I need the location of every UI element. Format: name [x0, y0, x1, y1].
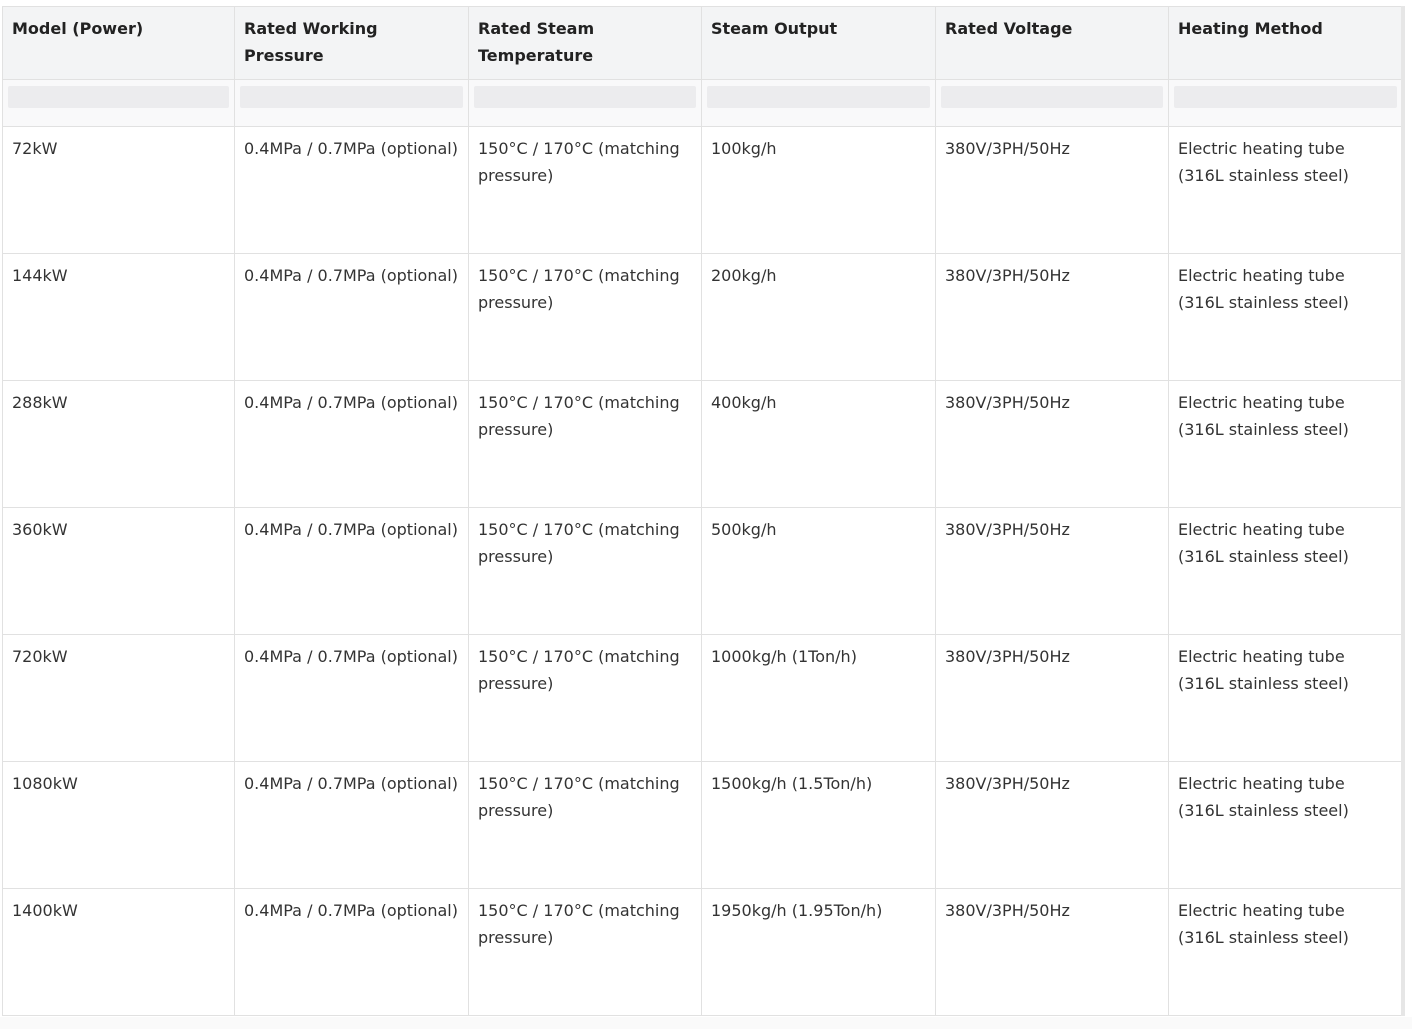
cell-rated-voltage: 380V/3PH/50Hz: [935, 380, 1169, 508]
filter-cell: [234, 79, 469, 127]
cell-model-power: 360kW: [2, 507, 235, 635]
cell-steam-output: 500kg/h: [701, 507, 936, 635]
filter-row: [2, 79, 1403, 127]
cell-rated-steam-temperature: 150°C / 170°C (matching pressure): [468, 380, 702, 508]
cell-heating-method: Electric heating tube (316L stainless st…: [1168, 380, 1403, 508]
cell-model-power: 720kW: [2, 634, 235, 762]
cell-rated-voltage: 380V/3PH/50Hz: [935, 634, 1169, 762]
cell-rated-voltage: 380V/3PH/50Hz: [935, 126, 1169, 254]
cell-rated-steam-temperature: 150°C / 170°C (matching pressure): [468, 126, 702, 254]
header-model-power[interactable]: Model (Power): [2, 6, 235, 80]
cell-rated-voltage: 380V/3PH/50Hz: [935, 888, 1169, 1016]
cell-model-power: 72kW: [2, 126, 235, 254]
cell-heating-method: Electric heating tube (316L stainless st…: [1168, 634, 1403, 762]
table-row: 288kW 0.4MPa / 0.7MPa (optional) 150°C /…: [2, 380, 1403, 508]
filter-input[interactable]: [707, 86, 930, 108]
cell-rated-steam-temperature: 150°C / 170°C (matching pressure): [468, 761, 702, 889]
table-row: 1400kW 0.4MPa / 0.7MPa (optional) 150°C …: [2, 888, 1403, 1016]
cell-steam-output: 200kg/h: [701, 253, 936, 381]
header-rated-voltage[interactable]: Rated Voltage: [935, 6, 1169, 80]
cell-rated-working-pressure: 0.4MPa / 0.7MPa (optional): [234, 380, 469, 508]
cell-heating-method: Electric heating tube (316L stainless st…: [1168, 126, 1403, 254]
filter-cell: [2, 79, 235, 127]
cell-rated-working-pressure: 0.4MPa / 0.7MPa (optional): [234, 126, 469, 254]
cell-steam-output: 1500kg/h (1.5Ton/h): [701, 761, 936, 889]
cell-model-power: 288kW: [2, 380, 235, 508]
cell-rated-steam-temperature: 150°C / 170°C (matching pressure): [468, 507, 702, 635]
table-row: 720kW 0.4MPa / 0.7MPa (optional) 150°C /…: [2, 634, 1403, 762]
filter-input[interactable]: [474, 86, 696, 108]
bottom-spacer: [0, 1017, 1412, 1029]
cell-rated-steam-temperature: 150°C / 170°C (matching pressure): [468, 253, 702, 381]
filter-cell: [1168, 79, 1403, 127]
table-body: 72kW 0.4MPa / 0.7MPa (optional) 150°C / …: [2, 79, 1403, 1016]
cell-model-power: 1080kW: [2, 761, 235, 889]
filter-input[interactable]: [1174, 86, 1397, 108]
spec-table-container: Model (Power) Rated Working Pressure Rat…: [2, 6, 1406, 1016]
cell-model-power: 1400kW: [2, 888, 235, 1016]
cell-steam-output: 400kg/h: [701, 380, 936, 508]
table-row: 1080kW 0.4MPa / 0.7MPa (optional) 150°C …: [2, 761, 1403, 889]
cell-rated-working-pressure: 0.4MPa / 0.7MPa (optional): [234, 507, 469, 635]
cell-rated-voltage: 380V/3PH/50Hz: [935, 761, 1169, 889]
table-row: 144kW 0.4MPa / 0.7MPa (optional) 150°C /…: [2, 253, 1403, 381]
cell-heating-method: Electric heating tube (316L stainless st…: [1168, 888, 1403, 1016]
cell-model-power: 144kW: [2, 253, 235, 381]
cell-rated-working-pressure: 0.4MPa / 0.7MPa (optional): [234, 253, 469, 381]
filter-input[interactable]: [8, 86, 229, 108]
header-row: Model (Power) Rated Working Pressure Rat…: [2, 6, 1403, 80]
cell-steam-output: 100kg/h: [701, 126, 936, 254]
header-steam-output[interactable]: Steam Output: [701, 6, 936, 80]
filter-cell: [468, 79, 702, 127]
cell-steam-output: 1000kg/h (1Ton/h): [701, 634, 936, 762]
horizontal-scroll-edge[interactable]: [1401, 6, 1405, 1016]
header-rated-working-pressure[interactable]: Rated Working Pressure: [234, 6, 469, 80]
cell-rated-working-pressure: 0.4MPa / 0.7MPa (optional): [234, 761, 469, 889]
cell-rated-steam-temperature: 150°C / 170°C (matching pressure): [468, 888, 702, 1016]
header-rated-steam-temperature[interactable]: Rated Steam Temperature: [468, 6, 702, 80]
spec-table: Model (Power) Rated Working Pressure Rat…: [2, 6, 1403, 1016]
cell-steam-output: 1950kg/h (1.95Ton/h): [701, 888, 936, 1016]
filter-input[interactable]: [240, 86, 463, 108]
header-heating-method[interactable]: Heating Method: [1168, 6, 1403, 80]
cell-rated-steam-temperature: 150°C / 170°C (matching pressure): [468, 634, 702, 762]
cell-rated-voltage: 380V/3PH/50Hz: [935, 253, 1169, 381]
filter-input[interactable]: [941, 86, 1163, 108]
table-row: 360kW 0.4MPa / 0.7MPa (optional) 150°C /…: [2, 507, 1403, 635]
table-header: Model (Power) Rated Working Pressure Rat…: [2, 6, 1403, 80]
filter-cell: [701, 79, 936, 127]
cell-heating-method: Electric heating tube (316L stainless st…: [1168, 253, 1403, 381]
table-row: 72kW 0.4MPa / 0.7MPa (optional) 150°C / …: [2, 126, 1403, 254]
cell-rated-working-pressure: 0.4MPa / 0.7MPa (optional): [234, 634, 469, 762]
filter-cell: [935, 79, 1169, 127]
cell-rated-working-pressure: 0.4MPa / 0.7MPa (optional): [234, 888, 469, 1016]
cell-heating-method: Electric heating tube (316L stainless st…: [1168, 507, 1403, 635]
cell-heating-method: Electric heating tube (316L stainless st…: [1168, 761, 1403, 889]
cell-rated-voltage: 380V/3PH/50Hz: [935, 507, 1169, 635]
